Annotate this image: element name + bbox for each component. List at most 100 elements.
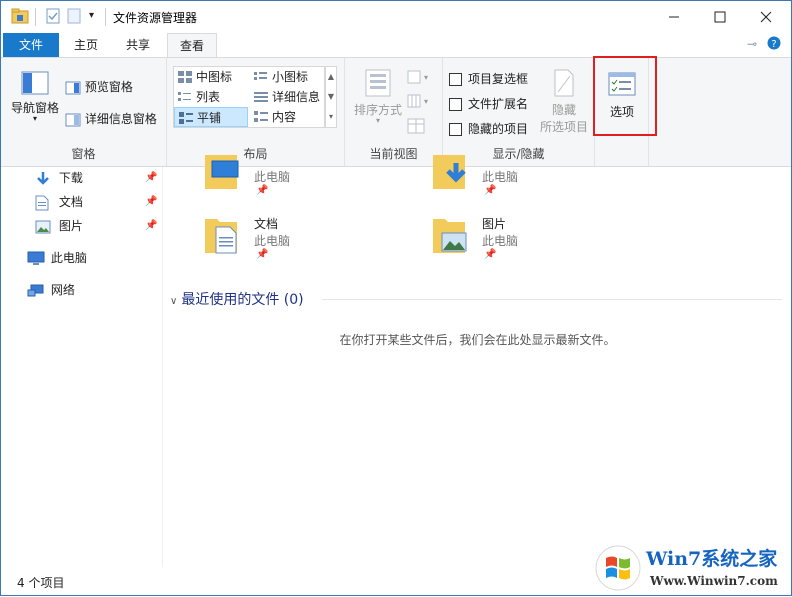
hide-selected-label-2: 所选项目: [539, 120, 588, 134]
tab-view[interactable]: 查看: [167, 33, 217, 58]
section-divider: [322, 299, 782, 300]
customize-quick-access-icon[interactable]: ▾: [89, 10, 94, 21]
size-columns-icon: [407, 118, 425, 134]
content-area: 此电脑 📌 此电脑 📌 文档 此电脑 📌 图片 此电脑 📌 ∨ 最近使用的文件 (…: [164, 155, 791, 567]
folder-location: 此电脑: [254, 170, 291, 184]
layout-small-icons[interactable]: 小图标: [250, 67, 324, 87]
new-folder-quick-icon[interactable]: [67, 8, 81, 27]
hidden-items-label: 隐藏的项目: [468, 122, 529, 136]
hide-selected-items-button[interactable]: 隐藏 所选项目: [535, 68, 593, 135]
ribbon-tabs: 文件 主页 共享 查看 ⊸ ?: [1, 33, 791, 58]
item-checkboxes-label: 项目复选框: [468, 72, 529, 86]
folder-app-icon: [11, 8, 29, 27]
chevron-down-icon[interactable]: ∨: [170, 296, 177, 307]
recent-files-empty-message: 在你打开某些文件后，我们会在此处显示最新文件。: [339, 333, 616, 347]
group-by-button[interactable]: ▾: [407, 70, 429, 87]
list-icon: [178, 92, 191, 101]
expand-gallery-icon[interactable]: ▾: [326, 107, 336, 127]
file-extensions-toggle[interactable]: 文件扩展名: [449, 95, 528, 112]
details-pane-button[interactable]: 详细信息窗格: [65, 110, 157, 127]
help-icon[interactable]: ?: [767, 36, 781, 53]
folder-name: 文档: [254, 217, 279, 231]
preview-pane-icon: [65, 81, 81, 94]
nav-item-network[interactable]: 网络: [27, 279, 161, 301]
pictures-folder-icon: [433, 219, 467, 253]
pin-icon: 📌: [145, 220, 158, 231]
options-highlight-box: [593, 56, 657, 136]
hidden-items-toggle[interactable]: 隐藏的项目: [449, 120, 528, 137]
content-icon: [254, 111, 268, 122]
current-view-group: 排序方式 ▾ ▾ ▾ 当前视图: [345, 58, 443, 166]
panes-group-label: 窗格: [71, 147, 96, 161]
nav-item-downloads[interactable]: 下载: [35, 167, 161, 189]
item-checkboxes-checkbox[interactable]: [449, 73, 462, 86]
folder-tile-pictures[interactable]: 图片 此电脑 📌: [432, 215, 652, 271]
pin-icon: 📌: [145, 172, 158, 183]
close-button[interactable]: [743, 1, 789, 33]
layout-gallery-scroller[interactable]: ▲ ▼ ▾: [325, 66, 337, 128]
layout-tiles-label: 平铺: [197, 111, 222, 125]
title-bar: ▾ 文件资源管理器: [1, 1, 791, 33]
layout-list[interactable]: 列表: [174, 87, 248, 107]
scroll-down-icon[interactable]: ▼: [326, 87, 336, 107]
tab-share[interactable]: 共享: [115, 33, 161, 57]
sort-by-icon: [365, 69, 391, 97]
watermark-url: Www.Winwin7.com: [650, 574, 778, 588]
scroll-up-icon[interactable]: ▲: [326, 67, 336, 87]
sort-by-button[interactable]: 排序方式 ▾: [351, 68, 405, 125]
nav-item-documents[interactable]: 文档: [35, 191, 161, 213]
hide-selected-icon: [554, 69, 574, 97]
nav-item-this-pc[interactable]: 此电脑: [27, 247, 161, 269]
hide-selected-label-1: 隐藏: [551, 103, 576, 117]
medium-icons-icon: [178, 71, 192, 83]
layout-list-label: 列表: [196, 90, 221, 104]
layout-gallery: 中图标 小图标 列表 详细信息 平铺 内容: [173, 66, 325, 128]
details-pane-icon: [65, 113, 81, 126]
tiles-icon: [179, 112, 193, 124]
layout-details-label: 详细信息: [272, 90, 321, 104]
nav-item-label: 图片: [58, 219, 83, 233]
details-icon: [254, 92, 268, 102]
add-columns-button[interactable]: ▾: [407, 94, 429, 111]
preview-pane-button[interactable]: 预览窗格: [65, 78, 133, 95]
group-by-icon: ▾: [407, 70, 428, 84]
layout-tiles[interactable]: 平铺: [174, 107, 248, 127]
folder-location: 此电脑: [254, 234, 291, 248]
nav-item-pictures[interactable]: 图片: [35, 215, 161, 237]
pin-ribbon-icon[interactable]: ⊸: [747, 37, 757, 51]
pin-icon: 📌: [256, 249, 269, 260]
chevron-down-icon: ▾: [32, 114, 37, 123]
layout-group: 中图标 小图标 列表 详细信息 平铺 内容 ▲ ▼ ▾ 布局: [167, 58, 345, 166]
tab-file[interactable]: 文件: [3, 33, 59, 57]
size-columns-button[interactable]: [407, 118, 425, 137]
nav-item-label: 文档: [58, 195, 83, 209]
recent-files-header[interactable]: ∨ 最近使用的文件 (0): [170, 289, 304, 309]
small-icons-icon: [254, 72, 267, 80]
layout-content[interactable]: 内容: [250, 107, 324, 127]
computer-icon: [27, 251, 45, 265]
folder-tile-documents[interactable]: 文档 此电脑 📌: [204, 215, 424, 271]
window-title: 文件资源管理器: [113, 11, 198, 25]
maximize-button[interactable]: [697, 1, 743, 33]
explorer-window: ▾ 文件资源管理器 文件 主页 共享 查看 ⊸ ? 导航窗格 ▾ 预览窗格 详细…: [0, 0, 792, 596]
desktop-folder-icon: [205, 155, 239, 189]
properties-quick-icon[interactable]: [45, 8, 61, 27]
minimize-button[interactable]: [651, 1, 697, 33]
navigation-pane-button[interactable]: 导航窗格 ▾: [9, 70, 61, 123]
details-pane-label: 详细信息窗格: [84, 112, 157, 126]
tab-home[interactable]: 主页: [63, 33, 109, 57]
file-extensions-label: 文件扩展名: [468, 97, 529, 111]
layout-medium-icons[interactable]: 中图标: [174, 67, 248, 87]
hidden-items-checkbox[interactable]: [449, 123, 462, 136]
folder-tile-downloads[interactable]: 此电脑 📌: [432, 151, 652, 207]
add-columns-icon: ▾: [407, 94, 428, 108]
nav-item-label: 此电脑: [50, 251, 87, 265]
network-icon: [27, 284, 44, 296]
item-count: 4 个项目: [17, 576, 65, 590]
watermark-logo: Win7系统之家 Www.Winwin7.com: [594, 540, 790, 594]
file-extensions-checkbox[interactable]: [449, 98, 462, 111]
folder-tile-desktop[interactable]: 此电脑 📌: [204, 151, 424, 207]
item-checkboxes-toggle[interactable]: 项目复选框: [449, 70, 528, 87]
layout-details[interactable]: 详细信息: [250, 87, 324, 107]
pin-icon: 📌: [256, 185, 269, 196]
